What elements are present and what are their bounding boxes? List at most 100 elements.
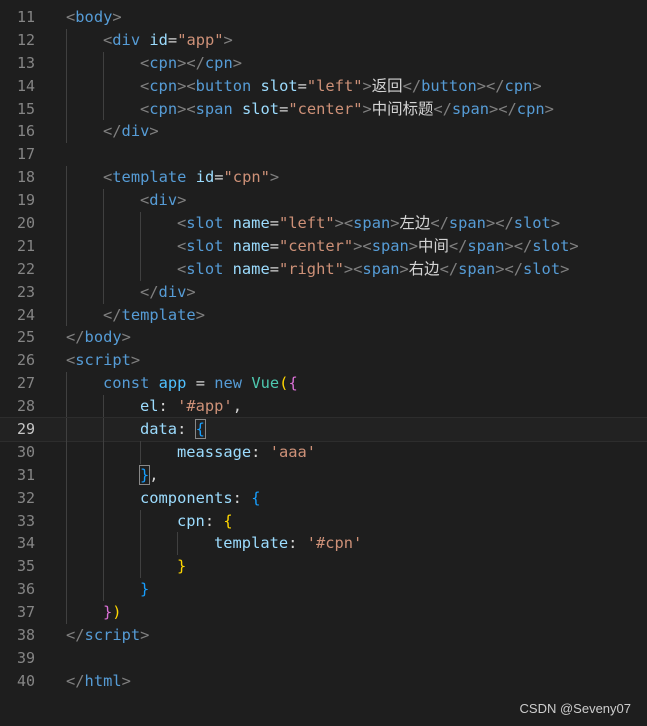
indent-guide [103, 280, 104, 304]
code-token: slot [242, 99, 280, 118]
code-token: body [75, 8, 113, 26]
code-token: slot [186, 259, 224, 278]
indent-guide [103, 532, 104, 556]
code-token: </ [430, 214, 449, 233]
code-line[interactable]: 27 const app = new Vue({ [0, 372, 647, 396]
indent-guide [103, 440, 104, 464]
code-token: > [177, 191, 187, 210]
code-token: ></ [504, 236, 533, 255]
code-token: </ [66, 328, 85, 347]
code-token: , [232, 397, 242, 416]
code-line[interactable]: 30 meassage: 'aaa' [0, 440, 647, 464]
code-token: < [140, 99, 150, 118]
code-token: "center" [279, 236, 354, 255]
code-token: : [288, 534, 307, 553]
watermark: CSDN @Seveny07 [519, 701, 631, 716]
code-token: span [448, 214, 486, 233]
code-line[interactable]: 37}) [0, 601, 647, 625]
code-token: span [353, 214, 391, 233]
code-token: >< [177, 76, 196, 95]
code-token: cpn [177, 511, 205, 530]
indent-guide [66, 509, 67, 533]
code-line[interactable]: 13 <cpn></cpn> [0, 51, 647, 75]
code-line[interactable]: 19 <div> [0, 189, 647, 213]
code-line[interactable]: 24 </template> [0, 303, 647, 327]
code-text: const app = new Vue({ [103, 372, 298, 395]
code-text: components: { [140, 487, 261, 510]
code-token: slot [513, 214, 551, 233]
code-line[interactable]: 14 <cpn><button slot="left">返回</button></… [0, 74, 647, 98]
code-token: < [177, 214, 187, 233]
code-line[interactable]: 26 <script> [0, 349, 647, 372]
code-token: > [390, 214, 400, 233]
code-token: > [532, 76, 542, 95]
code-line[interactable]: 20 <slot name="left"><span>左边</span></slo… [0, 212, 647, 235]
code-line[interactable]: 31}, [0, 463, 647, 487]
code-line[interactable]: 16 </div> [0, 120, 647, 144]
code-token: </ [439, 259, 459, 278]
code-line[interactable]: 34 template: '#cpn' [0, 532, 647, 556]
code-line[interactable]: 11 <body> [0, 6, 647, 29]
code-token: = [167, 30, 178, 49]
indent-guide [103, 509, 104, 533]
line-number: 38 [16, 626, 35, 645]
code-line[interactable]: 21 <slot name="center"><span>中间</span></s… [0, 234, 647, 258]
indent-guide [103, 189, 104, 213]
code-line[interactable]: 32 components: { [0, 486, 647, 510]
code-line[interactable]: 36} [0, 578, 647, 602]
code-token: < [177, 259, 187, 278]
code-line[interactable]: 40 </html> [0, 670, 647, 693]
code-token: </ [140, 282, 159, 301]
code-token: > [130, 351, 141, 370]
code-line[interactable]: 38 </script> [0, 624, 647, 647]
code-line[interactable]: 28 el: '#app', [0, 395, 647, 419]
code-line[interactable]: 39 [0, 647, 647, 670]
line-number: 20 [16, 214, 35, 233]
code-token: name [232, 214, 270, 233]
code-token: { [223, 511, 233, 530]
code-token: button [195, 76, 252, 95]
code-token: < [66, 8, 76, 26]
code-token: > [121, 328, 131, 347]
code-line[interactable]: 29 data: { [0, 417, 647, 442]
indent-guide [66, 189, 67, 213]
line-number: 36 [16, 580, 35, 599]
code-text: <slot name="right"><span>右边</span></slot… [177, 258, 569, 281]
code-line[interactable]: 22 <slot name="right"><span>右边</span></sl… [0, 257, 647, 281]
code-token: slot [532, 236, 570, 255]
code-editor[interactable]: 11 <body> 12 <div id="app"> 13 <cpn></cpn> 14 <… [0, 6, 647, 693]
code-line[interactable]: 25 </body> [0, 326, 647, 349]
code-line[interactable]: 23 </div> [0, 280, 647, 304]
line-number: 23 [16, 282, 35, 301]
code-token: < [103, 30, 113, 49]
line-number: 13 [16, 53, 35, 72]
code-token: > [362, 99, 372, 118]
code-token: < [140, 53, 150, 72]
code-text: <div id="app"> [103, 29, 233, 52]
code-token: </ [103, 122, 122, 141]
indent-guide [66, 486, 67, 510]
code-token: ></ [485, 214, 514, 233]
code-line[interactable]: 17 [0, 143, 647, 166]
code-text: }, [138, 464, 159, 487]
code-token: } [140, 580, 150, 599]
code-token: > [186, 282, 196, 301]
code-line[interactable]: 18 <template id="cpn"> [0, 166, 647, 190]
code-token: ></ [177, 53, 205, 72]
indent-guide [103, 234, 104, 258]
code-line[interactable]: 15 <cpn><span slot="center">中间标题</span></… [0, 97, 647, 121]
code-token: cpn [504, 76, 533, 95]
indent-guide [140, 509, 141, 533]
line-number: 37 [16, 603, 35, 622]
code-token: < [177, 236, 187, 255]
code-line[interactable]: 33 cpn: { [0, 509, 647, 533]
code-token: = [269, 236, 279, 255]
code-line[interactable]: 35} [0, 555, 647, 579]
code-line[interactable]: 12 <div id="app"> [0, 28, 647, 52]
code-token: el [140, 397, 159, 416]
